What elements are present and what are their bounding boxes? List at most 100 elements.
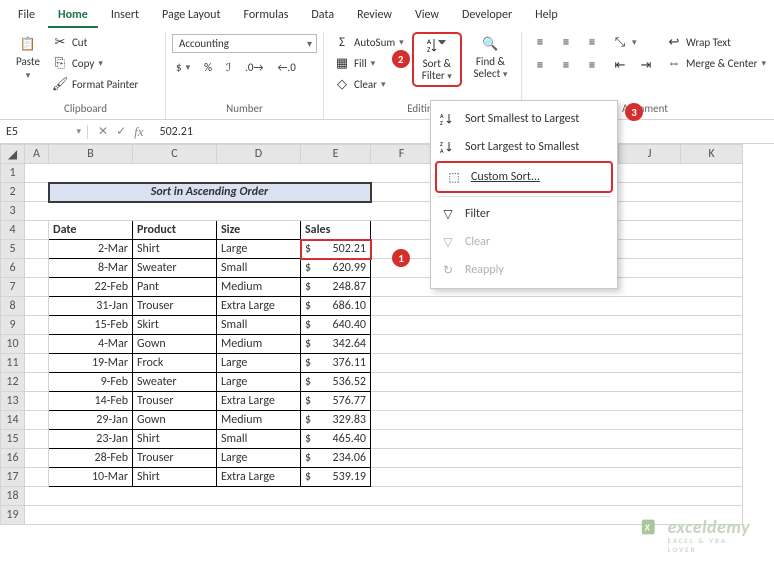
cell-date[interactable]: 10-Mar [49, 468, 133, 487]
row-header[interactable]: 18 [1, 487, 25, 506]
cut-button[interactable]: ✂Cut [48, 32, 142, 52]
cell[interactable] [25, 221, 49, 240]
copy-button[interactable]: ⎘Copy ▾ [48, 53, 142, 73]
cell-product[interactable]: Trouser [133, 449, 217, 468]
cell-size[interactable]: Large [217, 373, 301, 392]
cell[interactable] [371, 316, 743, 335]
col-header[interactable]: F [371, 145, 433, 164]
cell-sales[interactable]: $465.40 [301, 430, 371, 449]
cell[interactable] [25, 354, 49, 373]
cell-size[interactable]: Large [217, 240, 301, 259]
col-header[interactable]: C [133, 145, 217, 164]
find-select-button[interactable]: 🔍 Find & Select ▾ [466, 32, 515, 83]
row-header[interactable]: 5 [1, 240, 25, 259]
cell-product[interactable]: Gown [133, 335, 217, 354]
cell-product[interactable]: Frock [133, 354, 217, 373]
cell[interactable] [371, 430, 743, 449]
cell-sales[interactable]: $620.99 [301, 259, 371, 278]
enter-formula-icon[interactable]: ✓ [116, 124, 126, 139]
cell[interactable] [25, 449, 49, 468]
header-cell[interactable]: Size [217, 221, 301, 240]
cell[interactable] [25, 202, 743, 221]
filter-item[interactable]: ▽Filter [431, 200, 617, 228]
autosum-button[interactable]: ΣAutoSum ▾ [330, 32, 408, 52]
cell-size[interactable]: Medium [217, 278, 301, 297]
row-header[interactable]: 3 [1, 202, 25, 221]
cell-date[interactable]: 9-Feb [49, 373, 133, 392]
cell-sales[interactable]: $248.87 [301, 278, 371, 297]
cell-sales[interactable]: $686.10 [301, 297, 371, 316]
cell-date[interactable]: 22-Feb [49, 278, 133, 297]
cell[interactable] [25, 164, 743, 183]
tab-view[interactable]: View [405, 4, 449, 28]
cell-product[interactable]: Skirt [133, 316, 217, 335]
align-left-button[interactable]: ≡ [528, 55, 552, 75]
cell-product[interactable]: Pant [133, 278, 217, 297]
header-cell[interactable]: Sales [301, 221, 371, 240]
cell-product[interactable]: Shirt [133, 468, 217, 487]
cell-date[interactable]: 19-Mar [49, 354, 133, 373]
cell-sales[interactable]: $376.11 [301, 354, 371, 373]
cell-size[interactable]: Small [217, 430, 301, 449]
cell-size[interactable]: Small [217, 259, 301, 278]
cell-size[interactable]: Extra Large [217, 468, 301, 487]
col-header[interactable]: B [49, 145, 133, 164]
cell-date[interactable]: 4-Mar [49, 335, 133, 354]
cell-product[interactable]: Sweater [133, 259, 217, 278]
cell[interactable] [25, 335, 49, 354]
row-header[interactable]: 9 [1, 316, 25, 335]
clear-item[interactable]: ▽Clear [431, 228, 617, 256]
cell-size[interactable]: Large [217, 449, 301, 468]
tab-file[interactable]: File [8, 4, 45, 28]
row-header[interactable]: 7 [1, 278, 25, 297]
sort-asc-item[interactable]: AZSort Smallest to Largest [431, 105, 617, 133]
tab-pagelayout[interactable]: Page Layout [152, 4, 230, 28]
col-header[interactable]: E [301, 145, 371, 164]
sort-filter-button[interactable]: 2 AZ Sort & Filter ▾ [412, 32, 462, 87]
tab-review[interactable]: Review [347, 4, 402, 28]
col-header[interactable]: J [619, 145, 681, 164]
cell[interactable] [371, 373, 743, 392]
cell-size[interactable]: Extra Large [217, 297, 301, 316]
cell-product[interactable]: Trouser [133, 297, 217, 316]
cell-product[interactable]: Sweater [133, 373, 217, 392]
row-header[interactable]: 8 [1, 297, 25, 316]
cell[interactable] [25, 240, 49, 259]
align-right-button[interactable]: ≡ [580, 55, 604, 75]
format-painter-button[interactable]: 🖌Format Painter [48, 74, 142, 94]
cell[interactable] [371, 411, 743, 430]
comma-button[interactable]: ℐ [222, 59, 235, 76]
number-format-select[interactable]: Accounting [172, 34, 317, 53]
cell-sales[interactable]: $329.83 [301, 411, 371, 430]
cell[interactable] [371, 297, 743, 316]
header-cell[interactable]: Product [133, 221, 217, 240]
tab-data[interactable]: Data [301, 4, 344, 28]
decrease-decimal-button[interactable]: ←.0 [273, 59, 299, 76]
tab-developer[interactable]: Developer [452, 4, 522, 28]
row-header[interactable]: 2 [1, 183, 25, 202]
cell[interactable] [25, 297, 49, 316]
col-header[interactable]: A [25, 145, 49, 164]
row-header[interactable]: 14 [1, 411, 25, 430]
align-bottom-button[interactable]: ≡ [580, 32, 604, 52]
cell[interactable] [25, 506, 743, 525]
sort-desc-item[interactable]: ZASort Largest to Smallest [431, 133, 617, 161]
row-header[interactable]: 10 [1, 335, 25, 354]
cell[interactable] [25, 411, 49, 430]
currency-button[interactable]: $ ▾ [172, 59, 194, 76]
cell-sales[interactable]: $342.64 [301, 335, 371, 354]
reapply-item[interactable]: ↻Reapply [431, 256, 617, 284]
cell-date[interactable]: 15-Feb [49, 316, 133, 335]
row-header[interactable]: 11 [1, 354, 25, 373]
cell-date[interactable]: 8-Mar [49, 259, 133, 278]
cell-date[interactable]: 23-Jan [49, 430, 133, 449]
cell-product[interactable]: Shirt [133, 430, 217, 449]
name-box[interactable]: E5 [0, 125, 88, 139]
cell-sales[interactable]: $640.40 [301, 316, 371, 335]
cell-size[interactable]: Small [217, 316, 301, 335]
orientation-button[interactable]: ⤡▾ [608, 32, 641, 52]
cell[interactable] [25, 183, 49, 202]
cell-product[interactable]: Trouser [133, 392, 217, 411]
cell[interactable] [371, 354, 743, 373]
cell[interactable] [25, 430, 49, 449]
